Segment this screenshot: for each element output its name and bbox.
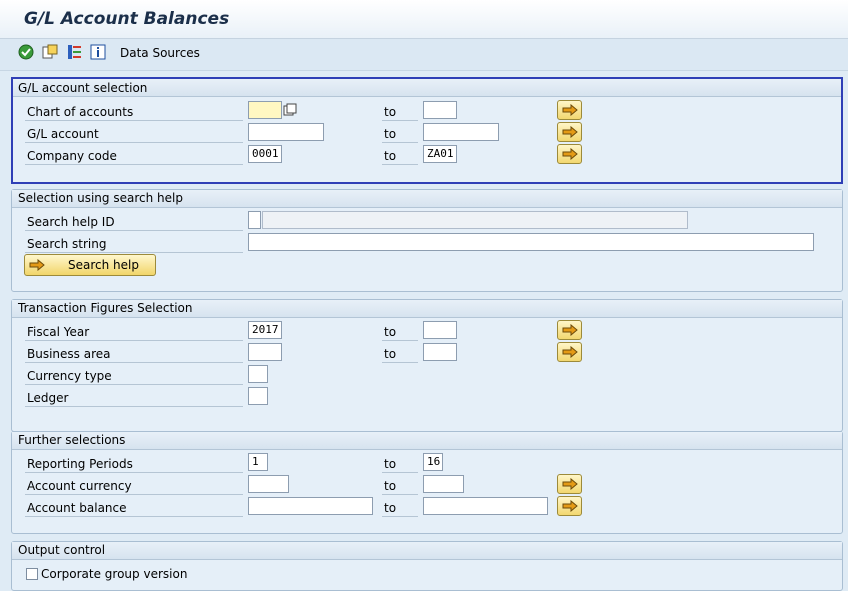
- to-label: to: [384, 479, 397, 493]
- label-underline: [25, 384, 243, 385]
- to-label: to: [384, 127, 397, 141]
- business-area-multiple-selection-button[interactable]: [557, 342, 582, 362]
- reporting-periods-label: Reporting Periods: [27, 457, 133, 471]
- chart-of-accounts-to-input[interactable]: [423, 101, 457, 119]
- arrow-right-icon: [562, 346, 578, 358]
- label-underline: [382, 362, 418, 363]
- to-label: to: [384, 325, 397, 339]
- fiscal-year-from-input[interactable]: 2017: [248, 321, 282, 339]
- page-title: G/L Account Balances: [24, 9, 230, 29]
- search-help-button[interactable]: Search help: [24, 254, 156, 276]
- label-underline: [382, 142, 418, 143]
- fiscal-year-multiple-selection-button[interactable]: [557, 320, 582, 340]
- label-underline: [25, 142, 243, 143]
- group-header: [12, 432, 842, 450]
- label-underline: [25, 252, 243, 253]
- label-underline: [382, 340, 418, 341]
- account-balance-to-input[interactable]: [423, 497, 548, 515]
- label-underline: [25, 516, 243, 517]
- gl-account-multiple-selection-button[interactable]: [557, 122, 582, 142]
- company-code-from-input[interactable]: 0001: [248, 145, 282, 163]
- group-title: G/L account selection: [18, 81, 148, 95]
- account-currency-label: Account currency: [27, 479, 132, 493]
- label-underline: [382, 164, 418, 165]
- execute-icon[interactable]: [18, 44, 34, 60]
- transaction-figures-group: [11, 299, 843, 432]
- search-string-input[interactable]: [248, 233, 814, 251]
- arrow-right-icon: [562, 104, 578, 116]
- fiscal-year-label: Fiscal Year: [27, 325, 90, 339]
- gl-account-to-input[interactable]: [423, 123, 499, 141]
- account-currency-multiple-selection-button[interactable]: [557, 474, 582, 494]
- group-title: Output control: [18, 543, 106, 557]
- multiple-selection-icon[interactable]: [283, 103, 297, 117]
- label-underline: [25, 362, 243, 363]
- company-code-label: Company code: [27, 149, 117, 163]
- gl-account-label: G/L account: [27, 127, 99, 141]
- label-underline: [382, 516, 418, 517]
- to-label: to: [384, 105, 397, 119]
- company-code-multiple-selection-button[interactable]: [557, 144, 582, 164]
- info-icon[interactable]: [90, 44, 106, 60]
- search-help-id-label: Search help ID: [27, 215, 115, 229]
- account-currency-from-input[interactable]: [248, 475, 289, 493]
- reporting-periods-from-input[interactable]: 1: [248, 453, 268, 471]
- arrow-right-icon: [562, 500, 578, 512]
- search-help-id-input[interactable]: [248, 211, 261, 229]
- group-title: Further selections: [18, 433, 126, 447]
- group-title: Transaction Figures Selection: [18, 301, 193, 315]
- label-underline: [382, 120, 418, 121]
- company-code-to-input[interactable]: ZA01: [423, 145, 457, 163]
- account-balance-multiple-selection-button[interactable]: [557, 496, 582, 516]
- ledger-label: Ledger: [27, 391, 69, 405]
- arrow-right-icon: [562, 324, 578, 336]
- label-underline: [25, 472, 243, 473]
- data-sources-button[interactable]: Data Sources: [120, 46, 200, 60]
- arrow-right-icon: [562, 478, 578, 490]
- label-underline: [382, 472, 418, 473]
- account-balance-from-input[interactable]: [248, 497, 373, 515]
- label-underline: [25, 406, 243, 407]
- label-underline: [25, 494, 243, 495]
- arrow-right-icon: [29, 259, 45, 271]
- group-header: [12, 542, 842, 560]
- corporate-group-version-checkbox[interactable]: [26, 568, 38, 580]
- to-label: to: [384, 149, 397, 163]
- search-string-label: Search string: [27, 237, 107, 251]
- business-area-to-input[interactable]: [423, 343, 457, 361]
- to-label: to: [384, 457, 397, 471]
- to-label: to: [384, 347, 397, 361]
- label-underline: [25, 120, 243, 121]
- to-label: to: [384, 501, 397, 515]
- currency-type-label: Currency type: [27, 369, 112, 383]
- chart-of-accounts-multiple-selection-button[interactable]: [557, 100, 582, 120]
- variant-icon[interactable]: [42, 44, 58, 60]
- fiscal-year-to-input[interactable]: [423, 321, 457, 339]
- label-underline: [25, 230, 243, 231]
- label-underline: [382, 494, 418, 495]
- business-area-from-input[interactable]: [248, 343, 282, 361]
- business-area-label: Business area: [27, 347, 111, 361]
- chart-of-accounts-label: Chart of accounts: [27, 105, 134, 119]
- gl-account-from-input[interactable]: [248, 123, 324, 141]
- corporate-group-version-label: Corporate group version: [41, 567, 188, 581]
- search-help-button-label: Search help: [68, 258, 139, 272]
- search-help-id-description: [262, 211, 688, 229]
- account-currency-to-input[interactable]: [423, 475, 464, 493]
- label-underline: [25, 340, 243, 341]
- reporting-periods-to-input[interactable]: 16: [423, 453, 443, 471]
- chart-of-accounts-from-input[interactable]: [248, 101, 282, 119]
- account-balance-label: Account balance: [27, 501, 127, 515]
- group-title: Selection using search help: [18, 191, 183, 205]
- arrow-right-icon: [562, 148, 578, 160]
- arrow-right-icon: [562, 126, 578, 138]
- label-underline: [25, 164, 243, 165]
- currency-type-input[interactable]: [248, 365, 268, 383]
- ledger-input[interactable]: [248, 387, 268, 405]
- selection-options-icon[interactable]: [66, 44, 82, 60]
